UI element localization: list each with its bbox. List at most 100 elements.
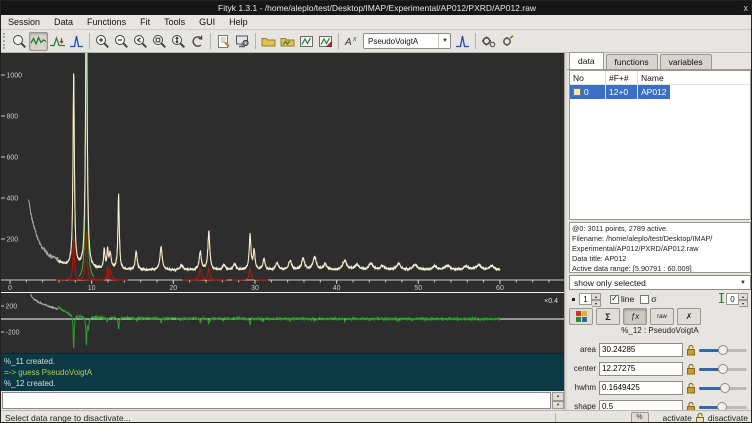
fit-run-button[interactable] bbox=[479, 32, 498, 51]
spin-up-icon[interactable]: ▴ bbox=[552, 392, 564, 401]
function-formula-button[interactable]: ƒx bbox=[623, 308, 647, 325]
sidebar: data functions variables No #F+# Name 0 … bbox=[567, 53, 752, 423]
dataset-row[interactable]: 0 12+0 AP012 bbox=[570, 85, 670, 99]
param-hwhm-input[interactable] bbox=[599, 381, 683, 395]
slider-thumb[interactable] bbox=[718, 364, 728, 374]
lock-icon[interactable] bbox=[686, 344, 696, 356]
console-command-line: =-> guess PseudoVoigtA bbox=[4, 367, 564, 378]
menu-session[interactable]: Session bbox=[1, 17, 47, 27]
zoom-undo-button[interactable] bbox=[188, 32, 207, 51]
menu-fit[interactable]: Fit bbox=[133, 17, 157, 27]
shift-spinner[interactable]: 0▴▾ bbox=[726, 293, 748, 305]
lock-toggle-icon[interactable] bbox=[695, 412, 705, 423]
color-grid-button[interactable] bbox=[569, 308, 593, 325]
gears-icon bbox=[480, 33, 497, 50]
percent-button[interactable]: % bbox=[631, 412, 649, 423]
sidebar-tabs: data functions variables bbox=[567, 53, 752, 70]
toolbar-separator bbox=[338, 33, 339, 49]
zoom-in-button[interactable] bbox=[93, 32, 112, 51]
spin-down-icon[interactable]: ▾ bbox=[739, 300, 748, 307]
point-size-spinner[interactable]: 1▴▾ bbox=[579, 293, 601, 305]
svg-text:600: 600 bbox=[7, 155, 19, 162]
chevron-down-icon: ▼ bbox=[740, 280, 750, 286]
data-range-mode-button[interactable] bbox=[29, 32, 48, 51]
delete-button[interactable]: ✗ bbox=[677, 308, 701, 325]
spin-down-icon[interactable]: ▾ bbox=[552, 401, 564, 410]
tab-variables[interactable]: variables bbox=[660, 54, 712, 69]
command-history-spinner[interactable]: ▴▾ bbox=[552, 392, 564, 409]
blue-peak-icon bbox=[454, 33, 471, 50]
param-area-input[interactable] bbox=[599, 343, 683, 357]
palette-grid-icon bbox=[576, 311, 587, 322]
menu-functions[interactable]: Functions bbox=[80, 17, 133, 27]
add-peak-button[interactable] bbox=[453, 32, 472, 51]
sigma-checkbox[interactable] bbox=[640, 295, 649, 304]
lock-icon[interactable] bbox=[686, 363, 696, 375]
tab-functions[interactable]: functions bbox=[606, 54, 658, 69]
param-center-slider[interactable] bbox=[699, 363, 747, 375]
add-peak-mode-button[interactable] bbox=[67, 32, 86, 51]
log-window-button[interactable] bbox=[233, 32, 252, 51]
column-no: No bbox=[570, 71, 606, 84]
raw-output-button[interactable]: raw bbox=[650, 308, 674, 325]
function-filter-select[interactable]: show only selected ▼ bbox=[569, 275, 751, 290]
main-plot[interactable]: 01020304050602004006008001000 bbox=[1, 53, 564, 292]
param-area-slider[interactable] bbox=[699, 344, 747, 356]
svg-text:200: 200 bbox=[6, 304, 18, 311]
param-name: hwhm bbox=[567, 383, 599, 392]
zoom-in-icon bbox=[94, 33, 111, 50]
slider-thumb[interactable] bbox=[718, 345, 728, 355]
menu-data[interactable]: Data bbox=[47, 17, 80, 27]
spin-up-icon[interactable]: ▴ bbox=[739, 293, 748, 300]
guess-peak-button[interactable]: Ax bbox=[342, 32, 361, 51]
sum-toggle-button[interactable]: Σ bbox=[596, 308, 620, 325]
open-session-button[interactable] bbox=[278, 32, 297, 51]
disactivate-label: disactivate bbox=[708, 413, 748, 423]
info-line: Active data range: [5.90791 : 60.009] bbox=[572, 264, 748, 273]
peak-type-select[interactable]: PseudoVoigtA ▼ bbox=[363, 33, 451, 49]
output-console[interactable]: %_11 created. =-> guess PseudoVoigtA %_1… bbox=[1, 353, 564, 391]
zoom-vertical-button[interactable] bbox=[169, 32, 188, 51]
zoom-mode-button[interactable] bbox=[10, 32, 29, 51]
open-data-button[interactable] bbox=[259, 32, 278, 51]
close-button[interactable]: x bbox=[744, 1, 749, 15]
gear-wrench-icon bbox=[499, 33, 516, 50]
chart-frame-icon bbox=[298, 33, 315, 50]
script-editor-button[interactable] bbox=[214, 32, 233, 51]
fit-settings-button[interactable] bbox=[498, 32, 517, 51]
point-size-value: 1 bbox=[579, 293, 592, 305]
dataset-checkbox[interactable] bbox=[573, 88, 581, 96]
peak-type-value: PseudoVoigtA bbox=[368, 37, 418, 46]
param-center-input[interactable] bbox=[599, 362, 683, 376]
toolbar-grip[interactable] bbox=[3, 33, 7, 49]
console-line: %_12 created. bbox=[4, 378, 564, 389]
svg-text:800: 800 bbox=[7, 114, 19, 121]
menu-gui[interactable]: GUI bbox=[192, 17, 222, 27]
tab-data[interactable]: data bbox=[569, 52, 604, 69]
status-bar: Select data range to disactivate... % ac… bbox=[1, 410, 752, 423]
menu-tools[interactable]: Tools bbox=[157, 17, 192, 27]
zoom-out-button[interactable] bbox=[112, 32, 131, 51]
svg-text:A: A bbox=[344, 37, 352, 48]
zoom-all-button[interactable] bbox=[150, 32, 169, 51]
zoom-prev-button[interactable] bbox=[131, 32, 150, 51]
menu-bar: Session Data Functions Fit Tools GUI Hel… bbox=[1, 15, 752, 30]
menu-help[interactable]: Help bbox=[222, 17, 255, 27]
baseline-mode-button[interactable] bbox=[48, 32, 67, 51]
line-checkbox[interactable]: ✓ bbox=[610, 295, 619, 304]
status-text: Select data range to disactivate... bbox=[1, 413, 553, 423]
zoom-all-icon bbox=[151, 33, 168, 50]
spin-up-icon[interactable]: ▴ bbox=[592, 293, 601, 300]
command-input[interactable] bbox=[2, 392, 551, 409]
save-image-button[interactable] bbox=[297, 32, 316, 51]
param-hwhm-slider[interactable] bbox=[699, 382, 747, 394]
dataset-list: No #F+# Name 0 12+0 AP012 bbox=[569, 70, 751, 220]
lock-icon[interactable] bbox=[686, 382, 696, 394]
spin-down-icon[interactable]: ▾ bbox=[592, 300, 601, 307]
auxiliary-residual-plot[interactable]: 200-200×0.4 bbox=[1, 293, 564, 353]
save-session-button[interactable] bbox=[316, 32, 335, 51]
command-input-row: ▴▾ bbox=[1, 391, 564, 410]
svg-text:20: 20 bbox=[169, 285, 177, 292]
toolbar-separator bbox=[475, 33, 476, 49]
slider-thumb[interactable] bbox=[720, 383, 730, 393]
